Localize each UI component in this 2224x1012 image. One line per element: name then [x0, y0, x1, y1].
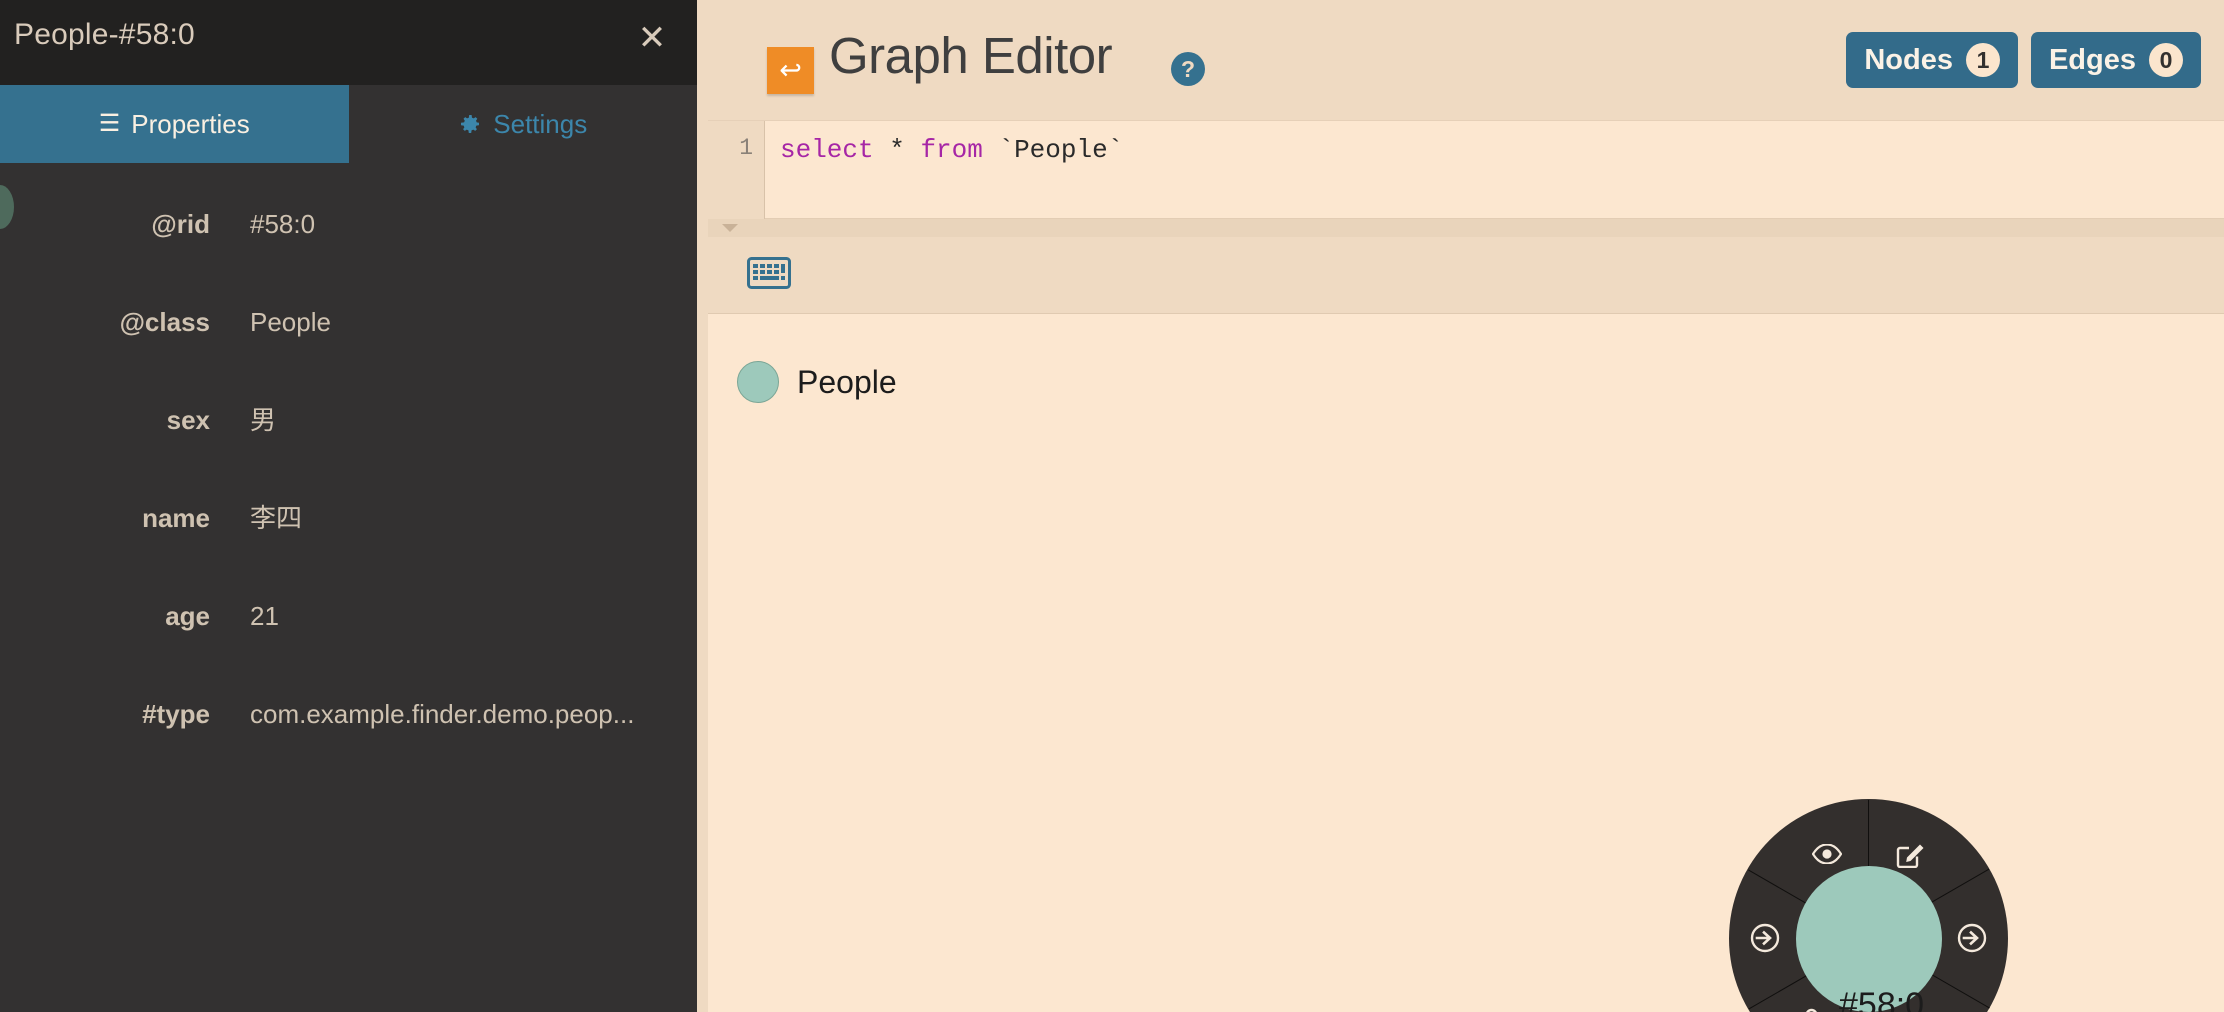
- nodes-counter-label: Nodes: [1864, 43, 1953, 76]
- edges-counter-label: Edges: [2048, 43, 2136, 76]
- property-value[interactable]: com.example.finder.demo.peop...: [250, 665, 634, 763]
- nodes-counter[interactable]: Nodes 1: [1846, 32, 2018, 88]
- property-key: age: [165, 601, 210, 631]
- graph-counters: Nodes 1 Edges 0: [1846, 32, 2201, 88]
- property-key: #type: [142, 699, 210, 729]
- edges-counter[interactable]: Edges 0: [2030, 32, 2201, 88]
- graph-editor-main: ↩ Graph Editor ? Nodes 1 Edges 0 1 selec…: [697, 0, 2224, 1012]
- legend-color-dot: [737, 361, 779, 403]
- node-radial-menu[interactable]: ⋯ #58:0: [1729, 799, 2008, 1012]
- tab-properties[interactable]: ☰ Properties: [0, 85, 349, 163]
- arrow-right-circle-icon[interactable]: [1745, 918, 1785, 958]
- side-panel-tabs: ☰ Properties Settings: [0, 85, 697, 163]
- side-panel-header: People-#58:0 ✕: [0, 0, 697, 85]
- property-value[interactable]: 21: [250, 567, 279, 665]
- edit-icon[interactable]: [1890, 834, 1930, 874]
- editor-resize-handle[interactable]: [708, 219, 2224, 237]
- property-value[interactable]: 男: [250, 371, 276, 469]
- property-row: #type com.example.finder.demo.peop...: [0, 665, 697, 763]
- sql-keyword: from: [920, 135, 983, 165]
- property-key: name: [142, 503, 210, 533]
- side-panel-title: People-#58:0: [14, 18, 195, 51]
- eye-icon[interactable]: [1807, 834, 1847, 874]
- page-title: Graph Editor: [829, 27, 1113, 84]
- property-key: sex: [166, 405, 210, 435]
- property-row: name 李四: [0, 469, 697, 567]
- property-row: @class People: [0, 273, 697, 371]
- property-value[interactable]: 李四: [250, 469, 302, 567]
- sql-operator: *: [873, 135, 921, 165]
- editor-gutter: 1: [708, 121, 765, 219]
- editor-panel: 1 select * from `People` People #58:0: [708, 120, 2224, 1012]
- close-icon[interactable]: ✕: [632, 18, 672, 58]
- property-row: @rid #58:0: [0, 175, 697, 273]
- properties-side-panel: People-#58:0 ✕ ☰ Properties Settings @ri…: [0, 0, 697, 1012]
- editor-toolbar: [708, 237, 2224, 314]
- hamburger-icon: ☰: [98, 110, 121, 137]
- app-root: People-#58:0 ✕ ☰ Properties Settings @ri…: [0, 0, 2224, 1012]
- line-number: 1: [739, 135, 753, 161]
- property-row: age 21: [0, 567, 697, 665]
- main-header: ↩ Graph Editor ? Nodes 1 Edges 0: [697, 0, 2224, 120]
- property-key: @class: [119, 307, 210, 337]
- sql-keyword: select: [780, 135, 874, 165]
- keyboard-icon[interactable]: [747, 257, 791, 289]
- property-value[interactable]: People: [250, 273, 331, 371]
- query-editor[interactable]: 1 select * from `People`: [708, 121, 2224, 219]
- nodes-counter-badge: 1: [1965, 43, 2000, 77]
- property-key: @rid: [151, 209, 210, 239]
- property-row: sex 男: [0, 371, 697, 469]
- sql-identifier: `People`: [982, 135, 1124, 165]
- tab-settings-label: Settings: [493, 108, 588, 139]
- legend: People: [737, 361, 897, 403]
- property-value[interactable]: #58:0: [250, 175, 315, 273]
- edges-counter-badge: 0: [2149, 43, 2183, 77]
- gear-icon: [458, 112, 482, 136]
- graph-node-people[interactable]: [1795, 865, 1942, 1012]
- tab-settings[interactable]: Settings: [348, 85, 697, 163]
- graph-canvas[interactable]: People #58:0: [708, 314, 2224, 1012]
- tab-properties-label: Properties: [131, 108, 250, 139]
- question-mark-icon[interactable]: ?: [1171, 52, 1205, 86]
- query-code-line[interactable]: select * from `People`: [780, 135, 1123, 165]
- properties-list: @rid #58:0 @class People sex 男 name 李四 a…: [0, 163, 697, 763]
- legend-label: People: [797, 363, 897, 400]
- back-arrow-icon[interactable]: ↩: [767, 47, 814, 94]
- arrow-right-circle-icon[interactable]: [1952, 918, 1992, 958]
